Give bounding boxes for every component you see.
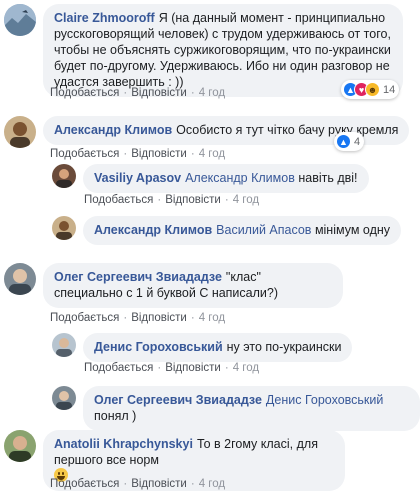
mention-link[interactable]: Александр Климов xyxy=(185,171,295,185)
like-link[interactable]: Подобається xyxy=(50,478,119,490)
comment-actions: Подобається · Відповісти · 4 год xyxy=(50,148,225,160)
separator: · xyxy=(190,148,195,160)
comment-time[interactable]: 4 год xyxy=(199,87,225,99)
comment-time[interactable]: 4 год xyxy=(199,478,225,490)
comment-time[interactable]: 4 год xyxy=(233,362,259,374)
avatar-image-icon xyxy=(4,430,36,462)
comment-zviadadze: Олег Сергеевич Звиададзе "клас" специальн… xyxy=(4,263,343,308)
comment-text: Особисто я тут чітко бачу руку кремля xyxy=(176,123,399,137)
comment-text: понял ) xyxy=(94,409,137,423)
comment-author[interactable]: Денис Гороховський xyxy=(94,340,223,354)
comment-author[interactable]: Vasiliy Apasov xyxy=(94,171,181,185)
reply-actions: Подобається · Відповісти · 4 год xyxy=(84,194,259,206)
reaction-count: 14 xyxy=(383,83,396,96)
comment-actions: Подобається · Відповісти · 4 год xyxy=(50,87,225,99)
avatar-image-icon xyxy=(4,4,36,36)
comment-author[interactable]: Александр Климов xyxy=(54,123,172,137)
reaction-count: 4 xyxy=(354,135,361,148)
separator: · xyxy=(123,478,128,490)
like-link[interactable]: Подобається xyxy=(50,148,119,160)
separator: · xyxy=(224,194,229,206)
separator: · xyxy=(190,312,195,324)
avatar[interactable] xyxy=(52,216,76,240)
comment-bubble: Vasiliy Apasov Александр Климов навіть дв… xyxy=(83,164,369,193)
comment-author[interactable]: Александр Климов xyxy=(94,223,212,237)
comment-author[interactable]: Claire Zhmooroff xyxy=(54,11,155,25)
avatar-image-icon xyxy=(52,333,76,357)
comment-time[interactable]: 4 год xyxy=(199,148,225,160)
separator: · xyxy=(123,312,128,324)
reply-link[interactable]: Відповісти xyxy=(165,362,221,374)
reaction-summary[interactable]: ▲ ♥ ☻ 14 xyxy=(341,80,400,99)
like-link[interactable]: Подобається xyxy=(84,194,153,206)
avatar[interactable] xyxy=(4,116,36,148)
separator: · xyxy=(224,362,229,374)
separator: · xyxy=(157,362,162,374)
separator: · xyxy=(190,478,195,490)
avatar[interactable] xyxy=(52,333,76,357)
reply-zviadadze: Олег Сергеевич Звиададзе Денис Гороховськ… xyxy=(52,386,420,431)
reply-link[interactable]: Відповісти xyxy=(131,87,187,99)
thumbs-up-icon: ▲ xyxy=(336,134,351,149)
separator: · xyxy=(123,148,128,160)
separator: · xyxy=(190,87,195,99)
comment-author[interactable]: Олег Сергеевич Звиададзе xyxy=(94,393,262,407)
separator: · xyxy=(157,194,162,206)
reply-link[interactable]: Відповісти xyxy=(131,312,187,324)
avatar[interactable] xyxy=(4,4,36,36)
comment-bubble: Александр Климов Василий Апасов мінімум о… xyxy=(83,216,402,245)
reply-link[interactable]: Відповісти xyxy=(165,194,221,206)
reply-apasov: Vasiliy Apasov Александр Климов навіть дв… xyxy=(52,164,369,193)
reply-actions: Подобається · Відповісти · 4 год xyxy=(84,362,259,374)
comment-author[interactable]: Олег Сергеевич Звиададзе xyxy=(54,270,222,284)
mention-link[interactable]: Василий Апасов xyxy=(216,223,311,237)
separator: · xyxy=(123,87,128,99)
avatar[interactable] xyxy=(4,263,36,295)
avatar-image-icon xyxy=(52,216,76,240)
like-link[interactable]: Подобається xyxy=(50,87,119,99)
laugh-emoji-icon: ☻ xyxy=(365,82,380,97)
like-link[interactable]: Подобається xyxy=(84,362,153,374)
comment-text: навіть дві! xyxy=(298,171,358,185)
reply-gorokhovskiy: Денис Гороховський ну это по-украински xyxy=(52,333,353,362)
comment-bubble: Денис Гороховський ну это по-украински xyxy=(83,333,353,362)
reply-klimov: Александр Климов Василий Апасов мінімум о… xyxy=(52,216,402,245)
comment-actions: Подобається · Відповісти · 4 год xyxy=(50,312,225,324)
comment-author[interactable]: Anatolii Khrapchynskyi xyxy=(54,437,193,451)
avatar[interactable] xyxy=(52,164,76,188)
avatar-image-icon xyxy=(52,164,76,188)
reply-link[interactable]: Відповісти xyxy=(131,478,187,490)
comment-bubble: Олег Сергеевич Звиададзе "клас" специальн… xyxy=(43,263,343,308)
like-link[interactable]: Подобається xyxy=(50,312,119,324)
comment-text: мінімум одну xyxy=(314,223,391,237)
comment-time[interactable]: 4 год xyxy=(199,312,225,324)
reply-link[interactable]: Відповісти xyxy=(131,148,187,160)
comment-text: ну это по-украински xyxy=(226,340,342,354)
comment-time[interactable]: 4 год xyxy=(233,194,259,206)
avatar[interactable] xyxy=(4,430,36,462)
mention-link[interactable]: Денис Гороховський xyxy=(266,393,383,407)
comment-bubble: Олег Сергеевич Звиададзе Денис Гороховськ… xyxy=(83,386,420,431)
avatar-image-icon xyxy=(52,386,76,410)
comment-actions: Подобається · Відповісти · 4 год xyxy=(50,478,225,490)
reaction-summary[interactable]: ▲ 4 xyxy=(334,132,365,151)
avatar[interactable] xyxy=(52,386,76,410)
avatar-image-icon xyxy=(4,263,36,295)
avatar-image-icon xyxy=(4,116,36,148)
